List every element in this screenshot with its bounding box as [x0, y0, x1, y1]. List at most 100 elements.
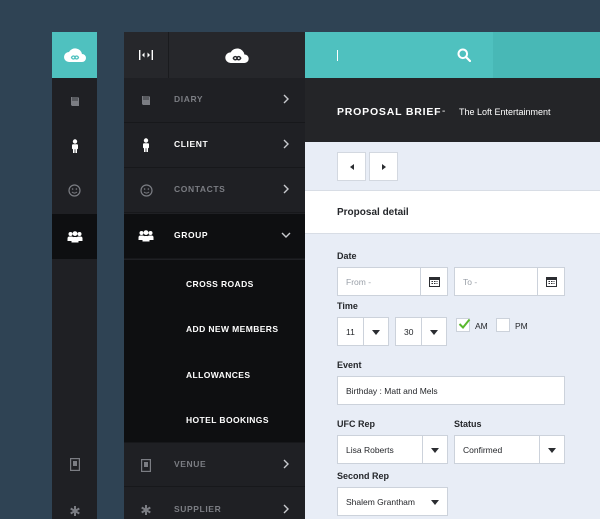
submenu-item-allowances[interactable]: ALLOWANCES: [186, 370, 250, 380]
previous-button[interactable]: [337, 152, 366, 181]
group-icon: [138, 228, 154, 244]
chevron-right-icon: [283, 459, 289, 469]
chevron-right-icon: [283, 139, 289, 149]
mini-sidebar: [52, 32, 97, 519]
chevron-right-icon: [283, 504, 289, 514]
status-select[interactable]: Confirmed: [454, 435, 565, 464]
collapse-sidebar-button[interactable]: [124, 32, 169, 78]
date-to-field[interactable]: To -: [454, 267, 565, 296]
ufc-rep-label: UFC Rep: [337, 419, 375, 429]
person-icon: [138, 137, 154, 153]
chevron-down-icon: [281, 232, 291, 238]
app-logo: [169, 32, 305, 78]
status-value: Confirmed: [463, 445, 503, 455]
rail-item-group[interactable]: [52, 214, 97, 259]
sidebar-item-label: CLIENT: [174, 139, 209, 149]
main-content: Proposal detail Date From - To - Time 11…: [305, 142, 600, 519]
select-divider: [539, 436, 540, 463]
chevron-right-icon: [283, 184, 289, 194]
book-icon: [69, 95, 81, 107]
calendar-icon[interactable]: [420, 268, 447, 295]
collapse-arrows-icon: [138, 49, 154, 61]
section-title: Proposal detail: [337, 207, 409, 218]
pm-label: PM: [515, 321, 528, 331]
ufc-rep-value: Lisa Roberts: [346, 445, 394, 455]
am-checkbox[interactable]: [456, 318, 471, 332]
sidebar-item-diary[interactable]: DIARY: [124, 78, 305, 123]
text-cursor: [337, 50, 338, 61]
second-rep-label: Second Rep: [337, 471, 390, 481]
hour-select[interactable]: 11: [337, 317, 389, 346]
minute-select[interactable]: 30: [395, 317, 447, 346]
sidebar-item-supplier[interactable]: SUPPLIER: [124, 488, 305, 519]
second-rep-select[interactable]: Shalem Grantham: [337, 487, 448, 516]
select-divider: [421, 318, 422, 345]
sidebar-item-group[interactable]: GROUP: [124, 214, 305, 259]
rail-item-client[interactable]: [52, 123, 97, 168]
next-button[interactable]: [369, 152, 398, 181]
submenu-item-add-new-members[interactable]: ADD NEW MEMBERS: [186, 324, 278, 334]
caret-down-icon: [372, 330, 380, 335]
building-icon: [69, 458, 80, 471]
checkmark-icon: [458, 318, 471, 330]
triangle-left-icon: [349, 163, 354, 170]
page-title: PROPOSAL BRIEF: [337, 106, 442, 118]
building-icon: [138, 457, 154, 473]
page-header: PROPOSAL BRIEF - The Loft Entertainment: [305, 78, 600, 142]
book-icon: [138, 92, 154, 108]
date-label: Date: [337, 251, 357, 261]
select-divider: [363, 318, 364, 345]
search-icon[interactable]: [457, 48, 471, 62]
event-value: Birthday : Matt and Mels: [346, 386, 438, 396]
status-label: Status: [454, 419, 482, 429]
minute-value: 30: [404, 327, 414, 337]
submenu-item-hotel-bookings[interactable]: HOTEL BOOKINGS: [186, 415, 269, 425]
caret-down-icon: [548, 448, 556, 453]
asterisk-icon: [69, 505, 81, 517]
sidebar-item-label: VENUE: [174, 459, 207, 469]
person-icon: [70, 138, 80, 153]
group-icon: [67, 230, 83, 243]
smiley-icon: [68, 184, 81, 197]
sidebar-item-label: DIARY: [174, 94, 204, 104]
calendar-icon[interactable]: [537, 268, 564, 295]
ufc-rep-select[interactable]: Lisa Roberts: [337, 435, 448, 464]
date-from-field[interactable]: From -: [337, 267, 448, 296]
sidebar-item-label: SUPPLIER: [174, 504, 222, 514]
triangle-right-icon: [381, 163, 386, 170]
title-separator: -: [442, 106, 446, 117]
cloud-icon: [224, 47, 250, 64]
asterisk-icon: [138, 502, 154, 518]
pm-checkbox[interactable]: [496, 318, 510, 332]
hour-value: 11: [346, 327, 355, 337]
time-label: Time: [337, 301, 358, 311]
select-divider: [422, 436, 423, 463]
am-label: AM: [475, 321, 488, 331]
sidebar-header: [124, 32, 305, 78]
submenu-item-cross-roads[interactable]: CROSS ROADS: [186, 279, 254, 289]
caret-down-icon: [431, 448, 439, 453]
caret-down-icon: [430, 330, 438, 335]
sidebar-item-label: CONTACTS: [174, 184, 226, 194]
rail-item-contacts[interactable]: [52, 168, 97, 213]
sidebar-item-venue[interactable]: VENUE: [124, 442, 305, 487]
group-submenu: CROSS ROADS ADD NEW MEMBERS ALLOWANCES H…: [124, 260, 305, 442]
sidebar-item-contacts[interactable]: CONTACTS: [124, 168, 305, 213]
sidebar-item-label: GROUP: [174, 230, 209, 240]
event-field[interactable]: Birthday : Matt and Mels: [337, 376, 565, 405]
caret-down-icon: [431, 500, 439, 505]
event-label: Event: [337, 360, 362, 370]
rail-item-supplier[interactable]: [52, 488, 97, 519]
client-name: The Loft Entertainment: [459, 107, 551, 117]
section-header: Proposal detail: [305, 190, 600, 234]
rail-item-venue[interactable]: [52, 442, 97, 487]
smiley-icon: [138, 182, 154, 198]
cloud-icon: [63, 47, 87, 63]
cloud-logo-button[interactable]: [52, 32, 97, 78]
search-input[interactable]: [305, 32, 493, 78]
header-right-panel: [493, 32, 600, 78]
second-rep-value: Shalem Grantham: [346, 497, 415, 507]
date-to-placeholder: To -: [463, 277, 478, 287]
sidebar-item-client[interactable]: CLIENT: [124, 123, 305, 168]
rail-item-diary[interactable]: [52, 78, 97, 123]
